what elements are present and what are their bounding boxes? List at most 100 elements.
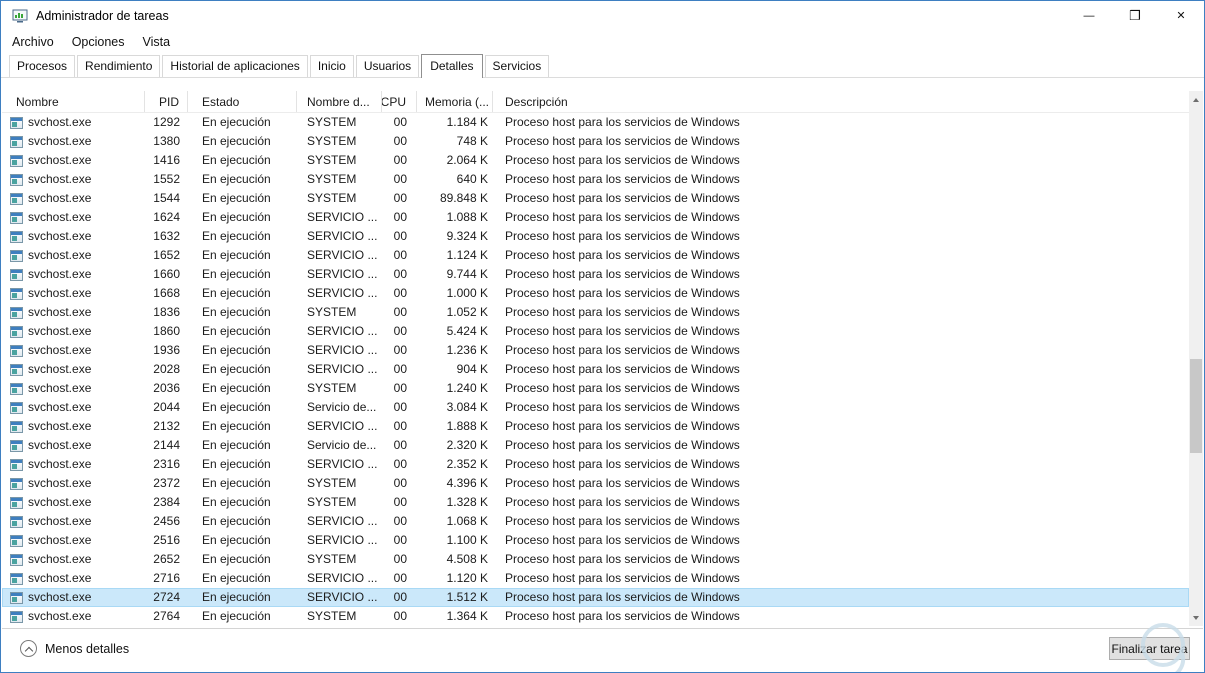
process-description: Proceso host para los servicios de Windo… (505, 457, 740, 471)
process-pid: 2372 (153, 476, 180, 490)
process-name: svchost.exe (28, 419, 92, 433)
process-description: Proceso host para los servicios de Windo… (505, 305, 740, 319)
process-cpu: 00 (393, 419, 407, 433)
table-row[interactable]: svchost.exe 1860 En ejecución SERVICIO .… (2, 322, 1189, 341)
table-row[interactable]: svchost.exe 2036 En ejecución SYSTEM 00 … (2, 379, 1189, 398)
table-row[interactable]: svchost.exe 2716 En ejecución SERVICIO .… (2, 569, 1189, 588)
process-icon (10, 211, 23, 224)
task-manager-window: Administrador de tareas — ❒ ✕ Archivo Op… (0, 0, 1205, 673)
process-memory: 3.084 K (446, 400, 488, 414)
maximize-button[interactable]: ❒ (1112, 1, 1158, 30)
process-name: svchost.exe (28, 305, 92, 319)
process-user: SERVICIO ... (307, 229, 378, 243)
process-icon (10, 154, 23, 167)
column-header-estado[interactable]: Estado (188, 91, 297, 112)
process-status: En ejecución (202, 571, 271, 585)
tab-inicio[interactable]: Inicio (309, 55, 354, 77)
process-description: Proceso host para los servicios de Windo… (505, 381, 740, 395)
process-pid: 1552 (153, 172, 180, 186)
process-pid: 1860 (153, 324, 180, 338)
vertical-scrollbar[interactable] (1189, 91, 1203, 626)
scrollbar-thumb[interactable] (1190, 359, 1202, 453)
process-name: svchost.exe (28, 229, 92, 243)
tab-servicios[interactable]: Servicios (484, 55, 550, 77)
table-row[interactable]: svchost.exe 2384 En ejecución SYSTEM 00 … (2, 493, 1189, 512)
table-row[interactable]: svchost.exe 1552 En ejecución SYSTEM 00 … (2, 170, 1189, 189)
column-header-descripcion[interactable]: Descripción (493, 91, 1189, 112)
scroll-down-button[interactable] (1189, 609, 1203, 626)
process-cpu: 00 (393, 495, 407, 509)
less-details-button[interactable]: Menos detalles (20, 640, 129, 657)
process-cpu: 00 (393, 609, 407, 623)
table-row[interactable]: svchost.exe 1660 En ejecución SERVICIO .… (2, 265, 1189, 284)
table-row[interactable]: svchost.exe 1936 En ejecución SERVICIO .… (2, 341, 1189, 360)
process-user: SERVICIO ... (307, 248, 378, 262)
end-task-button[interactable]: Finalizar tarea (1109, 637, 1190, 660)
process-user: SERVICIO ... (307, 362, 378, 376)
tab-detalles[interactable]: Detalles (421, 54, 483, 78)
process-user: SYSTEM (307, 609, 357, 623)
tab-usuarios[interactable]: Usuarios (355, 55, 420, 77)
process-name: svchost.exe (28, 533, 92, 547)
process-pid: 2764 (153, 609, 180, 623)
process-description: Proceso host para los servicios de Windo… (505, 210, 740, 224)
table-row[interactable]: svchost.exe 2456 En ejecución SERVICIO .… (2, 512, 1189, 531)
table-row[interactable]: svchost.exe 1668 En ejecución SERVICIO .… (2, 284, 1189, 303)
process-cpu: 00 (393, 324, 407, 338)
column-header-nombre[interactable]: ˆ Nombre (2, 91, 145, 112)
process-memory: 89.848 K (439, 191, 488, 205)
process-user: SYSTEM (307, 191, 357, 205)
process-pid: 1416 (153, 153, 180, 167)
table-row[interactable]: svchost.exe 2132 En ejecución SERVICIO .… (2, 417, 1189, 436)
process-memory: 9.744 K (446, 267, 488, 281)
table-row[interactable]: svchost.exe 2372 En ejecución SYSTEM 00 … (2, 474, 1189, 493)
table-row[interactable]: svchost.exe 1292 En ejecución SYSTEM 00 … (2, 113, 1189, 132)
close-button[interactable]: ✕ (1158, 1, 1204, 30)
process-icon (10, 439, 23, 452)
tab-procesos[interactable]: Procesos (9, 55, 76, 77)
table-row[interactable]: svchost.exe 1416 En ejecución SYSTEM 00 … (2, 151, 1189, 170)
column-header-pid[interactable]: PID (145, 91, 188, 112)
table-row[interactable]: svchost.exe 2028 En ejecución SERVICIO .… (2, 360, 1189, 379)
table-row[interactable]: svchost.exe 2652 En ejecución SYSTEM 00 … (2, 550, 1189, 569)
table-row[interactable]: svchost.exe 1624 En ejecución SERVICIO .… (2, 208, 1189, 227)
process-description: Proceso host para los servicios de Windo… (505, 153, 740, 167)
process-description: Proceso host para los servicios de Windo… (505, 343, 740, 357)
table-row[interactable]: svchost.exe 2316 En ejecución SERVICIO .… (2, 455, 1189, 474)
process-description: Proceso host para los servicios de Windo… (505, 267, 740, 281)
details-list-view: ˆ Nombre PID Estado Nombre d... CPU Memo… (2, 91, 1189, 629)
process-icon (10, 420, 23, 433)
process-user: SERVICIO ... (307, 286, 378, 300)
process-user: SYSTEM (307, 305, 357, 319)
process-description: Proceso host para los servicios de Windo… (505, 514, 740, 528)
column-header-nombre-de-usuario[interactable]: Nombre d... (297, 91, 382, 112)
tab-rendimiento[interactable]: Rendimiento (77, 55, 161, 77)
process-memory: 5.424 K (446, 324, 488, 338)
table-row[interactable]: svchost.exe 1632 En ejecución SERVICIO .… (2, 227, 1189, 246)
process-description: Proceso host para los servicios de Windo… (505, 476, 740, 490)
column-header-memoria[interactable]: Memoria (... (417, 91, 493, 112)
column-header-cpu[interactable]: CPU (382, 91, 417, 112)
table-row[interactable]: svchost.exe 2144 En ejecución Servicio d… (2, 436, 1189, 455)
table-row[interactable]: svchost.exe 1544 En ejecución SYSTEM 00 … (2, 189, 1189, 208)
process-list: svchost.exe 1292 En ejecución SYSTEM 00 … (2, 113, 1189, 626)
process-pid: 2724 (153, 590, 180, 604)
process-pid: 1668 (153, 286, 180, 300)
table-row[interactable]: svchost.exe 1836 En ejecución SYSTEM 00 … (2, 303, 1189, 322)
table-row[interactable]: svchost.exe 1380 En ejecución SYSTEM 00 … (2, 132, 1189, 151)
minimize-button[interactable]: — (1066, 1, 1112, 30)
scroll-up-button[interactable] (1189, 91, 1203, 108)
process-name: svchost.exe (28, 609, 92, 623)
process-pid: 2316 (153, 457, 180, 471)
menu-archivo[interactable]: Archivo (3, 32, 63, 52)
process-status: En ejecución (202, 248, 271, 262)
process-status: En ejecución (202, 400, 271, 414)
table-row[interactable]: svchost.exe 1652 En ejecución SERVICIO .… (2, 246, 1189, 265)
tab-historial-de-aplicaciones[interactable]: Historial de aplicaciones (162, 55, 308, 77)
menu-vista[interactable]: Vista (134, 32, 180, 52)
table-row[interactable]: svchost.exe 2764 En ejecución SYSTEM 00 … (2, 607, 1189, 626)
menu-opciones[interactable]: Opciones (63, 32, 134, 52)
table-row[interactable]: svchost.exe 2516 En ejecución SERVICIO .… (2, 531, 1189, 550)
table-row[interactable]: svchost.exe 2044 En ejecución Servicio d… (2, 398, 1189, 417)
table-row[interactable]: svchost.exe 2724 En ejecución SERVICIO .… (2, 588, 1189, 607)
